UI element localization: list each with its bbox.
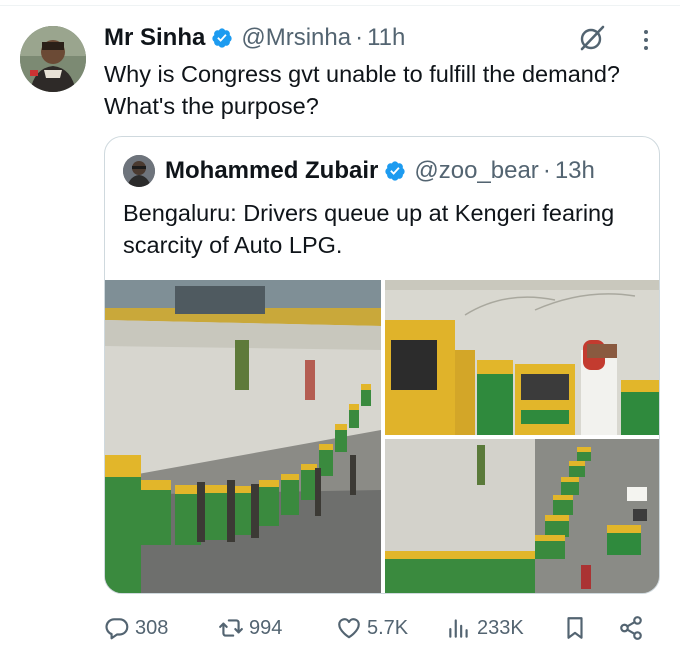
author-name[interactable]: Mr Sinha	[104, 24, 205, 52]
verified-badge-icon	[212, 28, 232, 48]
photo-3[interactable]	[385, 439, 659, 593]
bookmark-button[interactable]	[562, 610, 593, 646]
tweet-timestamp[interactable]: 11h	[367, 24, 405, 52]
quoted-tweet-timestamp: 13h	[554, 157, 595, 184]
quoted-tweet-text: Bengaluru: Drivers queue up at Kengeri f…	[123, 200, 615, 258]
author-avatar[interactable]	[20, 26, 86, 92]
views-bars-icon	[449, 619, 468, 638]
photo-grid	[105, 280, 659, 593]
author-handle[interactable]: @Mrsinha	[241, 24, 351, 52]
tweet-header: Mr Sinha @Mrsinha · 11h	[104, 22, 405, 54]
quoted-tweet-card[interactable]: Mohammed Zubair @zoo_bear · 13h Bengalur…	[104, 136, 660, 594]
reply-button[interactable]: 308	[104, 610, 168, 646]
separator-dot: ·	[542, 157, 551, 184]
action-bar: 308 994 5.7K 233K	[104, 610, 649, 646]
heart-icon	[338, 618, 360, 639]
grok-icon[interactable]	[578, 24, 606, 52]
like-count: 5.7K	[367, 616, 409, 639]
retweet-icon	[219, 619, 243, 637]
separator-dot: ·	[355, 24, 364, 51]
quoted-author-avatar	[123, 155, 155, 187]
share-button[interactable]	[618, 610, 649, 646]
quoted-author-handle: @zoo_bear	[414, 157, 539, 184]
like-button[interactable]: 5.7K	[336, 610, 408, 646]
photo-2[interactable]	[385, 280, 659, 435]
reply-bubble-icon	[105, 618, 129, 640]
share-icon	[620, 616, 642, 640]
more-dots-icon[interactable]	[640, 28, 652, 52]
reply-count: 308	[135, 616, 169, 639]
retweet-count: 994	[249, 616, 283, 639]
tweet-text: Why is Congress gvt unable to fulfill th…	[104, 61, 620, 119]
photo-1[interactable]	[105, 280, 381, 593]
quoted-author-name: Mohammed Zubair	[165, 157, 379, 184]
views-button[interactable]: 233K	[446, 610, 524, 646]
verified-badge-icon	[385, 161, 405, 181]
top-divider	[0, 0, 680, 6]
views-count: 233K	[477, 616, 524, 639]
retweet-button[interactable]: 994	[218, 610, 282, 646]
quoted-tweet-header: Mohammed Zubair @zoo_bear · 13h	[123, 155, 595, 187]
bookmark-icon	[567, 617, 583, 639]
